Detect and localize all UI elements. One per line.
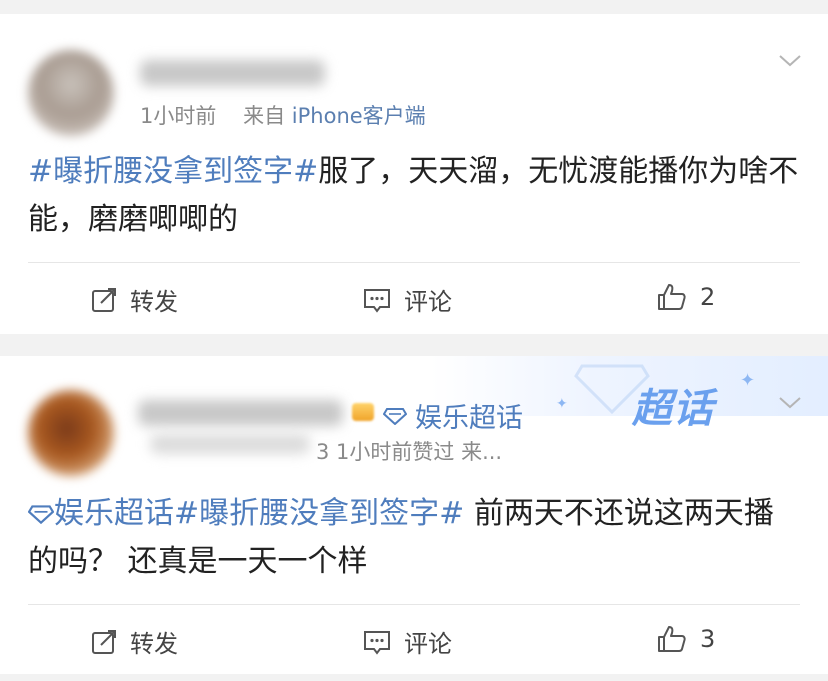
post-card-2: 超话 ✦ ✦ 娱乐超话 3 1小时前赞过 来... 娱乐超话#曝折腰没拿到签字#…	[0, 356, 828, 674]
comment-button[interactable]: 评论	[362, 282, 452, 317]
topic-link[interactable]: #曝折腰没拿到签字#	[28, 154, 318, 189]
repost-label: 转发	[130, 288, 178, 316]
super-topic-link[interactable]: 娱乐超话	[27, 496, 174, 531]
post-time: 1小时前	[140, 104, 217, 128]
sparkle-icon: ✦	[556, 396, 568, 412]
comment-icon	[364, 288, 390, 313]
post-meta: 1小时前 来自 iPhone客户端	[140, 100, 426, 130]
super-topic-badge[interactable]: 娱乐超话	[383, 396, 523, 435]
username-blurred[interactable]	[138, 400, 343, 426]
post-text: #曝折腰没拿到签字#服了，天天溜，无忧渡能播你为啥不能，磨磨唧唧的	[28, 148, 800, 244]
thumbs-up-icon	[658, 626, 686, 652]
comment-label: 评论	[404, 630, 452, 658]
username-blurred[interactable]	[140, 60, 325, 86]
post-card-1: 1小时前 来自 iPhone客户端 #曝折腰没拿到签字#服了，天天溜，无忧渡能播…	[0, 14, 828, 334]
chevron-down-icon[interactable]	[778, 396, 801, 418]
divider	[28, 262, 800, 263]
avatar[interactable]	[28, 390, 114, 476]
topic-link[interactable]: #曝折腰没拿到签字#	[174, 496, 464, 531]
like-button[interactable]: 2	[656, 282, 715, 312]
repost-icon	[92, 629, 116, 654]
like-button[interactable]: 3	[656, 624, 715, 654]
like-count: 3	[700, 625, 716, 653]
comment-button[interactable]: 评论	[362, 624, 452, 659]
meta-blurred	[150, 434, 310, 454]
diamond-icon	[27, 505, 55, 525]
like-count: 2	[700, 283, 716, 311]
comment-label: 评论	[404, 288, 452, 316]
post-text: 娱乐超话#曝折腰没拿到签字# 前两天不还说这两天播的吗？ 还真是一天一个样	[27, 490, 800, 586]
post-meta: 3 1小时前赞过 来...	[316, 440, 503, 464]
repost-button[interactable]: 转发	[90, 282, 178, 317]
repost-label: 转发	[130, 630, 178, 658]
repost-button[interactable]: 转发	[90, 624, 178, 659]
repost-icon	[92, 287, 116, 312]
chaohua-logo: 超话	[632, 386, 714, 432]
diamond-icon	[383, 407, 407, 425]
thumbs-up-icon	[658, 284, 686, 310]
post-from-label: 来自	[243, 104, 286, 128]
divider	[28, 604, 800, 605]
comment-icon	[364, 630, 390, 655]
post-source[interactable]: iPhone客户端	[292, 104, 426, 128]
sparkle-icon: ✦	[740, 370, 756, 391]
super-topic-badge-label: 娱乐超话	[415, 403, 523, 434]
avatar[interactable]	[28, 50, 114, 136]
chevron-down-icon[interactable]	[778, 54, 801, 76]
crown-badge-icon	[352, 403, 374, 421]
